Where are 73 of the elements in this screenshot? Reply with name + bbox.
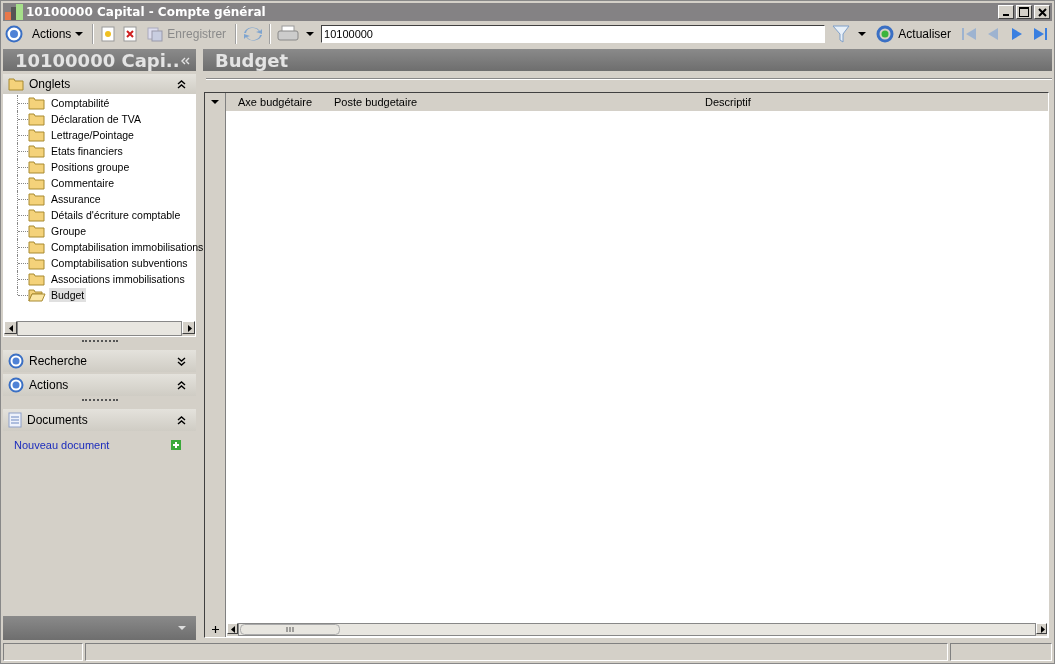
folder-icon — [28, 160, 46, 174]
folder-icon — [28, 192, 46, 206]
double-left-chevron-icon — [181, 57, 190, 65]
folder-icon — [28, 256, 46, 270]
tree-item[interactable]: Groupe — [49, 224, 89, 238]
column-header[interactable]: Poste budgetaire — [334, 96, 705, 108]
scroll-left-icon[interactable] — [4, 321, 17, 334]
caret-icon — [75, 31, 84, 37]
folder-icon — [28, 112, 46, 126]
scroll-left-icon[interactable] — [227, 623, 238, 634]
panel-title: 10100000 Capi.. — [15, 49, 180, 71]
search-field[interactable]: 10100000 — [321, 25, 826, 43]
maximize-icon — [1019, 7, 1029, 17]
document-icon — [8, 412, 22, 428]
section-header[interactable]: Documents — [3, 409, 196, 431]
actions-menu-button[interactable]: Actions — [29, 27, 87, 41]
close-icon — [1037, 7, 1047, 17]
tree-item[interactable]: Comptabilisation immobilisations — [49, 240, 206, 254]
tree-item[interactable]: Associations immobilisations — [49, 272, 187, 286]
tree-item[interactable]: Comptabilité — [49, 96, 112, 110]
tree-item[interactable]: Lettrage/Pointage — [49, 128, 136, 142]
section-header[interactable]: Actions — [3, 374, 196, 396]
tree-item[interactable]: Commentaire — [49, 176, 117, 190]
refresh-icon — [876, 25, 895, 43]
folder-icon — [28, 240, 46, 254]
folder-icon — [28, 224, 46, 238]
folder-icon — [8, 77, 24, 91]
open-folder-icon — [28, 288, 46, 302]
page-title: Budget — [215, 49, 289, 71]
new-document-link[interactable]: Nouveau document — [14, 439, 110, 451]
scroll-thumb[interactable] — [240, 624, 340, 635]
double-up-chevron-icon[interactable] — [177, 415, 186, 425]
folder-icon — [28, 144, 46, 158]
double-up-chevron-icon[interactable] — [177, 79, 186, 89]
close-button[interactable] — [1034, 5, 1050, 19]
save-stack-icon — [147, 26, 164, 42]
circle-target-icon — [8, 353, 24, 369]
folder-icon — [28, 208, 46, 222]
window-title: 10100000 Capital - Compte général — [26, 5, 266, 19]
folder-icon — [28, 272, 46, 286]
caret-icon[interactable] — [857, 30, 868, 38]
section-header[interactable]: Onglets — [3, 74, 196, 94]
column-header[interactable]: Descriptif — [705, 96, 751, 108]
minimize-button[interactable] — [998, 5, 1014, 19]
caret-icon[interactable] — [305, 30, 316, 38]
tree-item[interactable]: Comptabilisation subventions — [49, 256, 190, 270]
tree-item[interactable]: Budget — [49, 288, 87, 302]
circle-target-icon[interactable] — [5, 25, 23, 43]
folder-icon — [28, 128, 46, 142]
double-up-chevron-icon[interactable] — [177, 380, 186, 390]
circle-target-icon — [8, 377, 24, 393]
tree-item[interactable]: Etats financiers — [49, 144, 125, 158]
double-down-chevron-icon[interactable] — [177, 356, 186, 366]
horizontal-scrollbar[interactable] — [226, 622, 1048, 637]
horizontal-scrollbar[interactable] — [3, 320, 196, 337]
scroll-right-icon[interactable] — [1036, 623, 1047, 634]
tree-item[interactable]: Détails d'écriture comptable — [49, 208, 183, 222]
plus-icon[interactable] — [210, 625, 220, 634]
section-header[interactable]: Recherche — [3, 350, 196, 372]
maximize-button[interactable] — [1016, 5, 1032, 19]
scroll-right-icon[interactable] — [182, 321, 195, 334]
bar-chart-icon — [5, 4, 23, 20]
refresh-button[interactable]: Actualiser — [873, 25, 954, 43]
last-record-icon[interactable] — [1032, 25, 1050, 43]
delete-document-icon[interactable] — [122, 26, 139, 42]
tree-item[interactable]: Positions groupe — [49, 160, 132, 174]
tree-item[interactable]: Assurance — [49, 192, 103, 206]
tree-item[interactable]: Déclaration de TVA — [49, 112, 144, 126]
folder-icon — [28, 176, 46, 190]
folder-icon — [28, 96, 46, 110]
column-header[interactable]: Axe budgétaire — [238, 96, 334, 108]
printer-icon[interactable] — [277, 25, 300, 43]
caret-icon[interactable] — [211, 99, 219, 105]
